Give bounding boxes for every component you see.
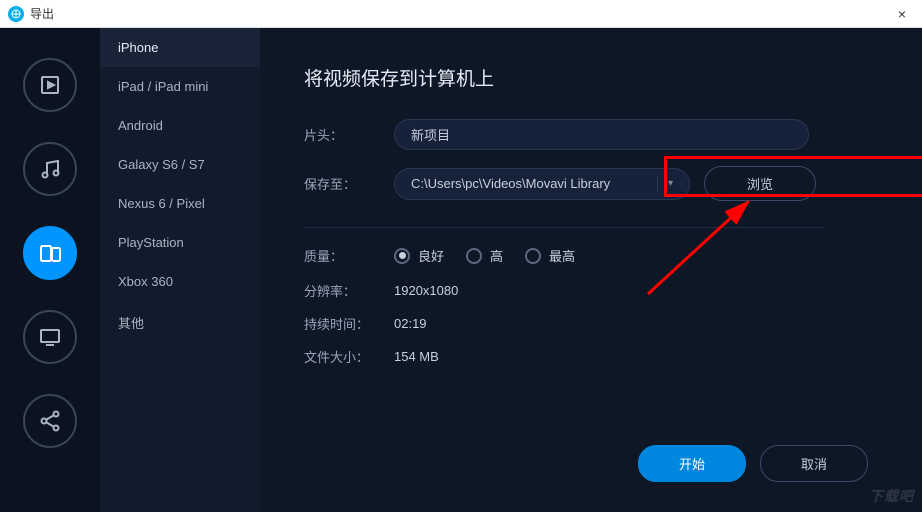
device-item-android[interactable]: Android: [100, 106, 260, 145]
filesize-row: 文件大小： 154 MB: [304, 347, 878, 366]
footer: 开始 取消: [304, 445, 878, 492]
app-icon: [8, 6, 24, 22]
title-label: 片头：: [304, 125, 394, 144]
page-title: 将视频保存到计算机上: [304, 64, 878, 91]
start-button[interactable]: 开始: [638, 445, 746, 482]
resolution-value: 1920x1080: [394, 283, 458, 298]
filesize-label: 文件大小：: [304, 347, 394, 366]
watermark: 下载吧: [869, 486, 914, 506]
device-item-xbox[interactable]: Xbox 360: [100, 262, 260, 301]
sidebar-icons: [0, 28, 100, 512]
close-button[interactable]: ×: [890, 2, 914, 26]
cancel-button[interactable]: 取消: [760, 445, 868, 482]
device-item-galaxy[interactable]: Galaxy S6 / S7: [100, 145, 260, 184]
save-path-value: C:\Users\pc\Videos\Movavi Library: [411, 176, 610, 191]
duration-label: 持续时间：: [304, 314, 394, 333]
radio-icon: [466, 248, 482, 264]
title-input[interactable]: [394, 119, 809, 150]
quality-option-label: 最高: [549, 246, 575, 265]
divider-line: [304, 227, 824, 228]
quality-radio-best[interactable]: 最高: [525, 246, 575, 265]
quality-radio-high[interactable]: 高: [466, 246, 503, 265]
duration-row: 持续时间： 02:19: [304, 314, 878, 333]
device-list: iPhone iPad / iPad mini Android Galaxy S…: [100, 28, 260, 512]
content-panel: 将视频保存到计算机上 片头： 保存至： C:\Users\pc\Videos\M…: [260, 28, 922, 512]
device-tab[interactable]: [23, 226, 77, 280]
browse-button[interactable]: 浏览: [704, 166, 816, 201]
title-row: 片头：: [304, 119, 878, 150]
device-item-iphone[interactable]: iPhone: [100, 28, 260, 67]
quality-option-label: 良好: [418, 246, 444, 265]
window-title: 导出: [30, 5, 890, 22]
device-item-nexus[interactable]: Nexus 6 / Pixel: [100, 184, 260, 223]
radio-icon: [525, 248, 541, 264]
save-to-label: 保存至：: [304, 174, 394, 193]
save-path-select[interactable]: C:\Users\pc\Videos\Movavi Library ▾: [394, 168, 690, 200]
quality-option-label: 高: [490, 246, 503, 265]
device-item-other[interactable]: 其他: [100, 301, 260, 344]
monitor-tab[interactable]: [23, 310, 77, 364]
video-tab[interactable]: [23, 58, 77, 112]
divider: [657, 176, 658, 192]
device-item-playstation[interactable]: PlayStation: [100, 223, 260, 262]
quality-row: 质量： 良好 高 最高: [304, 246, 878, 265]
filesize-value: 154 MB: [394, 349, 439, 364]
duration-value: 02:19: [394, 316, 427, 331]
radio-icon: [394, 248, 410, 264]
resolution-row: 分辨率： 1920x1080: [304, 281, 878, 300]
save-path-row: 保存至： C:\Users\pc\Videos\Movavi Library ▾…: [304, 166, 878, 201]
quality-radio-good[interactable]: 良好: [394, 246, 444, 265]
share-tab[interactable]: [23, 394, 77, 448]
device-item-ipad[interactable]: iPad / iPad mini: [100, 67, 260, 106]
quality-label: 质量：: [304, 246, 394, 265]
resolution-label: 分辨率：: [304, 281, 394, 300]
chevron-down-icon: ▾: [668, 178, 673, 189]
music-tab[interactable]: [23, 142, 77, 196]
titlebar: 导出 ×: [0, 0, 922, 28]
